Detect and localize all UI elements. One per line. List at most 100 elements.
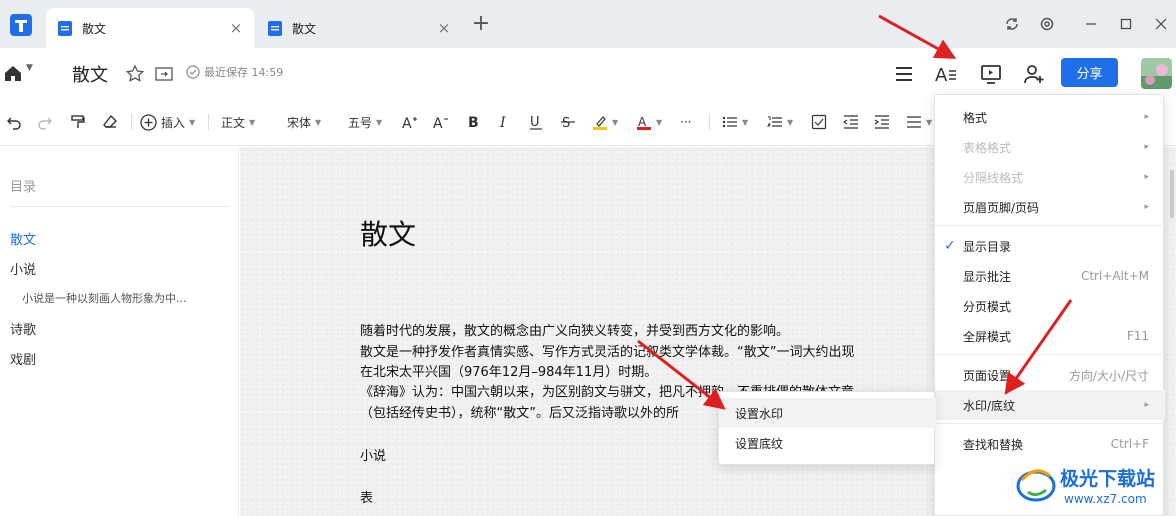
move-to-folder-icon[interactable] (154, 64, 174, 84)
app-logo-icon[interactable] (10, 14, 32, 36)
sync-icon[interactable] (999, 12, 1025, 36)
document-heading[interactable]: 散文 (360, 213, 416, 253)
decrease-indent-icon[interactable] (843, 112, 859, 132)
avatar[interactable] (1141, 58, 1172, 89)
close-tab-icon[interactable]: × (224, 19, 248, 37)
menu-item-label: 分页模式 (963, 299, 1012, 314)
chevron-right-icon: ▸ (1144, 112, 1149, 122)
svg-text:A: A (402, 116, 412, 130)
paragraph-line[interactable]: 在北宋太平兴国（976年12月–984年11月）时期。 (360, 361, 657, 380)
bold-icon[interactable]: B (467, 112, 481, 132)
menu-item-shortcut: F11 (1126, 329, 1149, 343)
menu-item-page-setup[interactable]: 页面设置 方向/大小/尺寸 (935, 360, 1165, 390)
chevron-down-icon[interactable]: ▼ (26, 63, 33, 73)
insert-menu[interactable]: 插入 ▼ (140, 112, 195, 132)
close-window-icon[interactable] (1148, 12, 1174, 36)
more-button[interactable]: ··· (680, 112, 691, 132)
svg-text:A: A (433, 116, 443, 130)
presentation-icon[interactable] (979, 62, 1003, 86)
tab-inactive[interactable]: 散文 × (256, 8, 462, 48)
menu-item-set-watermark[interactable]: 设置水印 (719, 398, 936, 428)
new-tab-button[interactable]: + (470, 12, 492, 36)
star-icon[interactable] (125, 64, 145, 84)
document-icon (268, 20, 282, 36)
menu-item-label: 格式 (963, 110, 988, 125)
decrease-font-icon[interactable]: A (433, 112, 449, 132)
menu-item-watermark[interactable]: 水印/底纹 ▸ (935, 390, 1165, 420)
menu-item-shortcut: 方向/大小/尺寸 (1068, 368, 1149, 383)
menu-item-label: 页眉页脚/页码 (963, 200, 1040, 215)
insert-label: 插入 (161, 115, 186, 130)
chevron-down-icon: ▼ (926, 117, 933, 127)
outline-item[interactable]: 小说 (10, 259, 36, 278)
plus-circle-icon (140, 113, 157, 131)
outline-item[interactable]: 诗歌 (10, 319, 36, 338)
svg-text:B: B (468, 115, 479, 130)
menu-item-show-comments[interactable]: 显示批注 Ctrl+Alt+M (935, 261, 1165, 291)
menu-item-label: 全屏模式 (963, 329, 1012, 344)
paragraph-line[interactable]: 小说 (360, 445, 386, 464)
eraser-icon[interactable] (102, 112, 118, 132)
paragraph-style-value: 正文 (221, 115, 246, 130)
home-icon[interactable] (4, 64, 22, 82)
outline-item[interactable]: 小说是一种以刻画人物形象为中... (22, 290, 187, 306)
align-button[interactable]: ▼ (906, 112, 932, 132)
chevron-down-icon: ▼ (189, 117, 196, 127)
menu-item-label: 查找和替换 (963, 437, 1024, 452)
underline-icon[interactable]: U (529, 112, 543, 132)
document-title[interactable]: 散文 (72, 61, 108, 87)
menu-item-label: 表格格式 (963, 140, 1012, 155)
site-watermark: 极光下载站 www.xz7.com (1014, 462, 1174, 514)
svg-text:U: U (530, 115, 540, 130)
outline-panel: 目录 散文 小说 小说是一种以刻画人物形象为中... 诗歌 戏剧 (0, 147, 239, 516)
highlight-color-button[interactable]: ▼ (592, 112, 618, 132)
bullet-list-button[interactable]: ▼ (722, 112, 748, 132)
strikethrough-icon[interactable]: S (561, 112, 575, 132)
text-format-icon[interactable]: A (934, 62, 958, 86)
menu-item-find-replace[interactable]: 查找和替换 Ctrl+F (935, 429, 1165, 459)
paragraph-line[interactable]: 表 (360, 487, 373, 506)
redo-icon[interactable] (37, 112, 53, 132)
add-collaborator-icon[interactable] (1022, 62, 1046, 86)
menu-item-header-footer[interactable]: 页眉页脚/页码 ▸ (935, 192, 1165, 222)
paragraph-style-select[interactable]: 正文 ▼ (221, 112, 255, 132)
font-family-select[interactable]: 宋体 ▼ (287, 112, 321, 132)
menu-item-fullscreen[interactable]: 全屏模式 F11 (935, 321, 1165, 351)
minimize-icon[interactable] (1078, 12, 1104, 36)
share-button[interactable]: 分享 (1061, 58, 1118, 87)
paragraph-line[interactable]: 散文是一种抒发作者真情实感、写作方式灵活的记叙类文学体裁。“散文”一词大约出现 (360, 341, 854, 360)
undo-icon[interactable] (6, 112, 22, 132)
paragraph-line[interactable]: 随着时代的发展，散文的概念由广义向狭义转变，并受到西方文化的影响。 (360, 320, 789, 339)
maximize-icon[interactable] (1113, 12, 1139, 36)
chevron-down-icon: ▼ (376, 117, 383, 127)
divider (935, 354, 1165, 355)
tab-active[interactable]: 散文 × (46, 8, 254, 48)
paragraph-line[interactable]: （包括经传史书），统称“散文”。后又泛指诗歌以外的所 (360, 402, 679, 421)
increase-indent-icon[interactable] (874, 112, 890, 132)
italic-icon[interactable]: I (498, 112, 512, 132)
menu-icon[interactable] (892, 62, 916, 86)
outline-item[interactable]: 散文 (10, 229, 36, 248)
watermark-submenu: 设置水印 设置底纹 (718, 391, 936, 465)
menu-item-page-mode[interactable]: 分页模式 (935, 291, 1165, 321)
menu-item-format[interactable]: 格式 ▸ (935, 102, 1165, 132)
vertical-scrollbar[interactable] (1170, 170, 1174, 218)
outline-item[interactable]: 戏剧 (10, 349, 36, 368)
chevron-right-icon: ▸ (1144, 142, 1149, 152)
site-logo-icon (1016, 469, 1056, 502)
numbered-list-button[interactable]: ▼ (767, 112, 793, 132)
font-color-button[interactable]: A ▼ (636, 112, 662, 132)
chevron-right-icon: ▸ (1144, 172, 1149, 182)
settings-gear-icon[interactable] (1034, 12, 1060, 36)
view-options-menu: 格式 ▸ 表格格式 ▸ 分隔线格式 ▸ 页眉页脚/页码 ▸ ✓ 显示目录 显示批… (934, 94, 1165, 516)
increase-font-icon[interactable]: A (402, 112, 418, 132)
close-tab-icon[interactable]: × (432, 19, 456, 37)
menu-item-set-shading[interactable]: 设置底纹 (719, 428, 936, 458)
divider (935, 225, 1165, 226)
watermark-url: www.xz7.com (1064, 492, 1147, 506)
task-list-icon[interactable] (811, 112, 827, 132)
divider (935, 423, 1165, 424)
font-size-select[interactable]: 五号 ▼ (348, 112, 382, 132)
format-painter-icon[interactable] (70, 112, 86, 132)
menu-item-show-outline[interactable]: ✓ 显示目录 (935, 231, 1165, 261)
